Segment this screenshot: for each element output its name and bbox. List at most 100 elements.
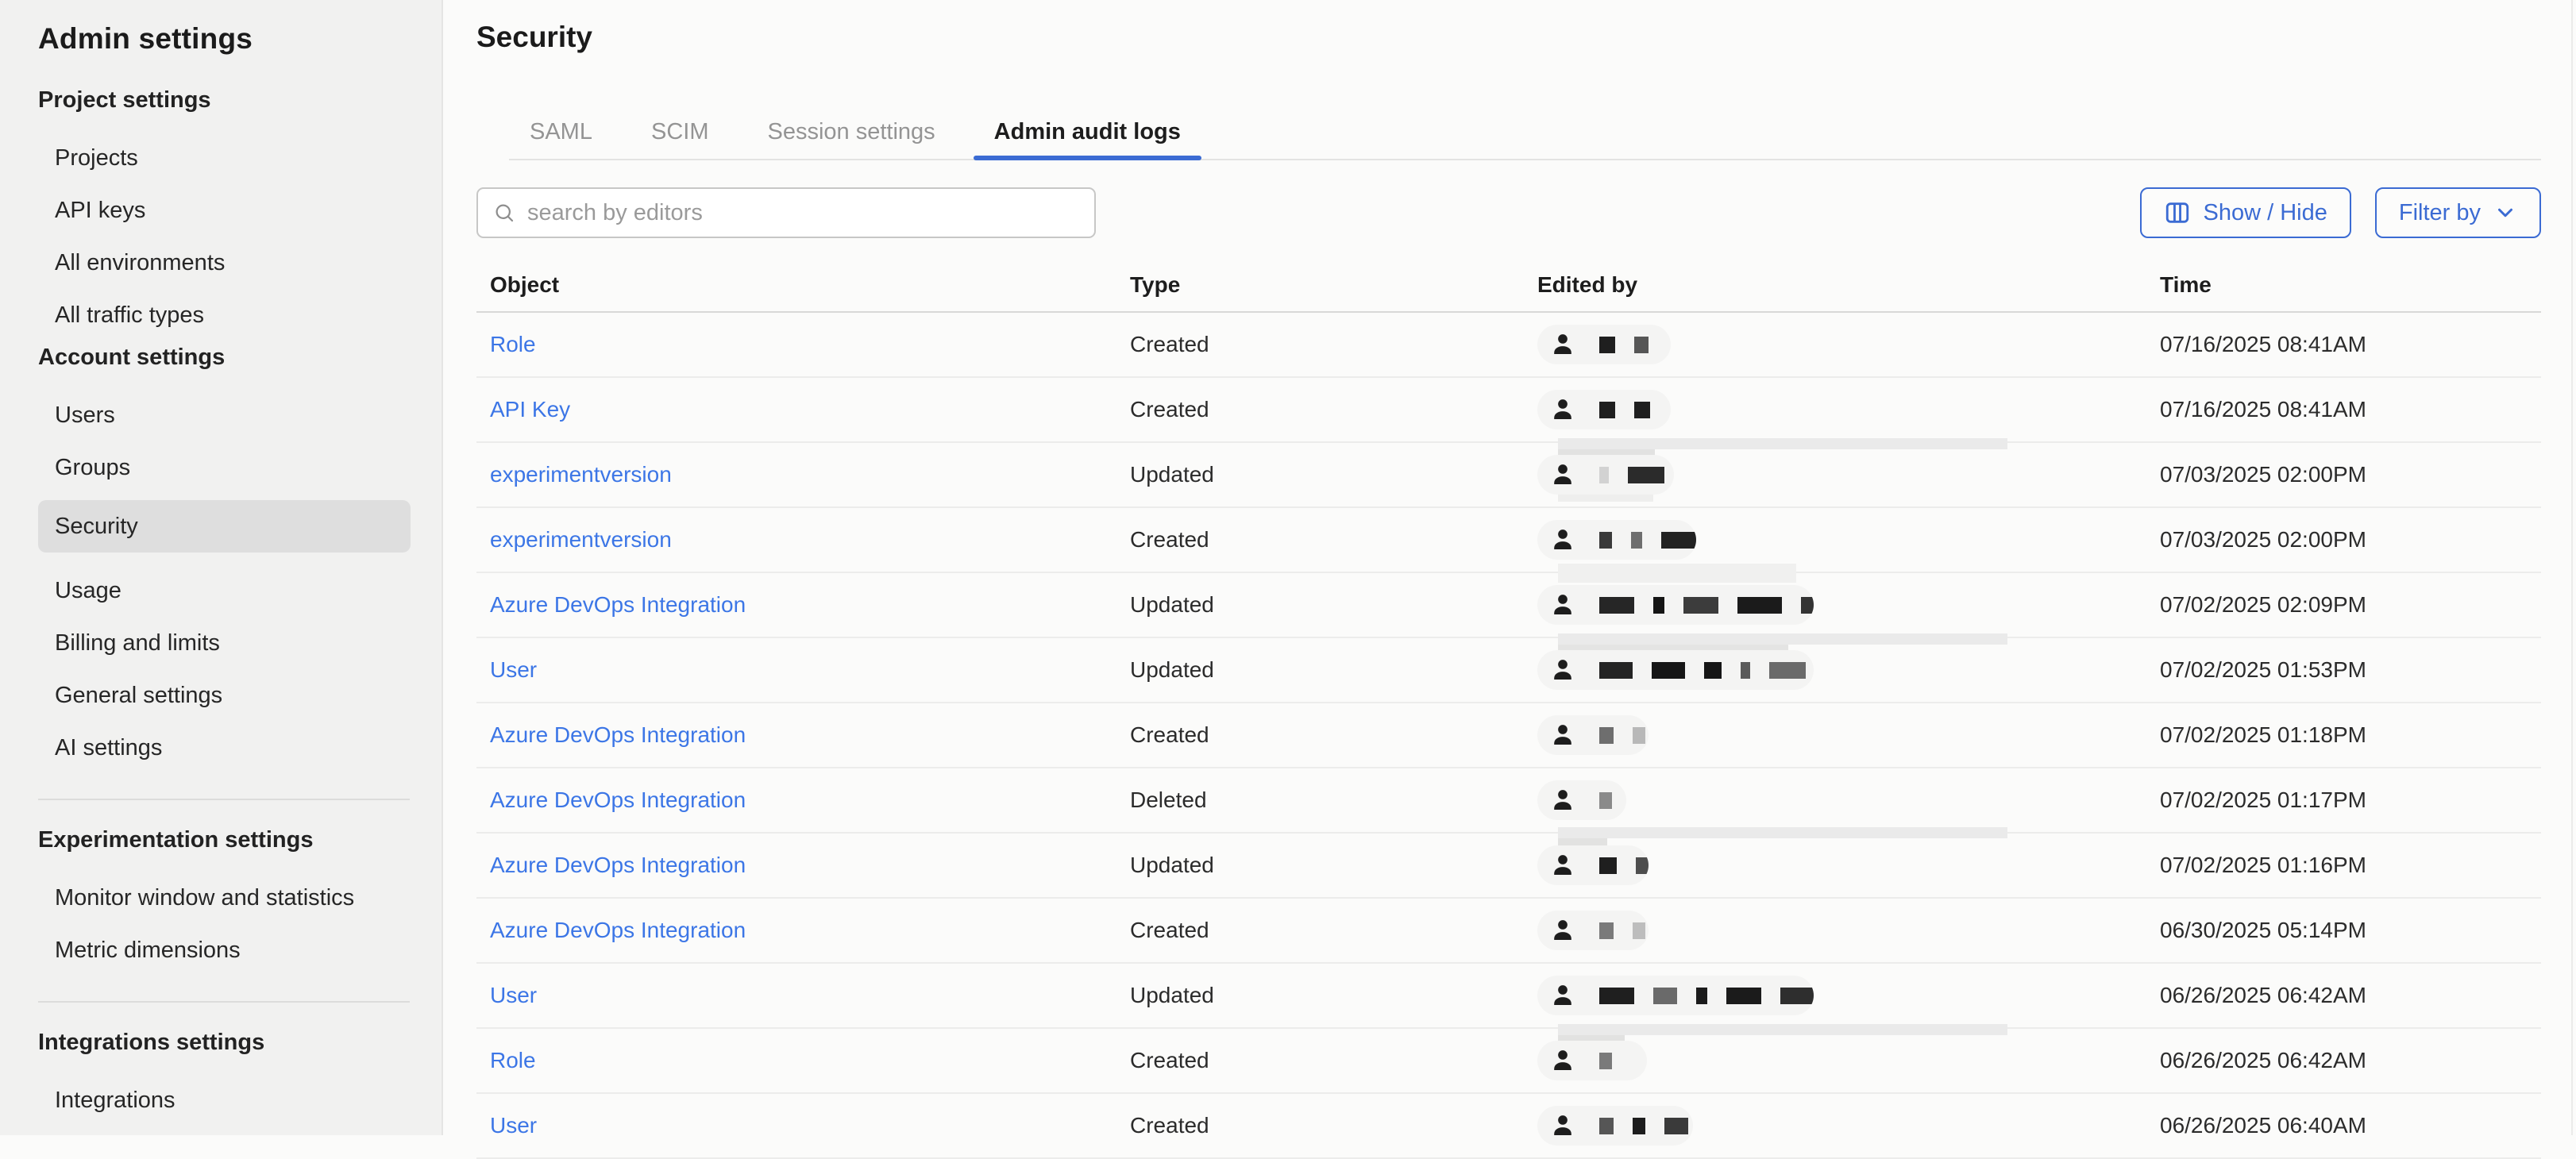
object-link[interactable]: Azure DevOps Integration (490, 853, 746, 877)
sidebar-item-projects[interactable]: Projects (38, 144, 442, 172)
redacted-text-block (1801, 597, 1814, 614)
column-header-time: Time (2160, 272, 2541, 298)
column-header-type: Type (1130, 272, 1537, 298)
time-cell: 07/02/2025 01:16PM (2160, 853, 2541, 878)
sidebar-section-integrations-settings: Integrations settings (38, 1030, 442, 1056)
tab-scim[interactable]: SCIM (631, 113, 730, 159)
type-cell: Updated (1130, 657, 1537, 683)
time-cell: 07/16/2025 08:41AM (2160, 397, 2541, 422)
object-link[interactable]: Azure DevOps Integration (490, 918, 746, 942)
object-cell: User (490, 1113, 1130, 1138)
sidebar-item-users[interactable]: Users (38, 401, 442, 429)
person-icon (1548, 851, 1577, 880)
sidebar-item-all-environments[interactable]: All environments (38, 248, 442, 277)
object-cell: API Key (490, 397, 1130, 422)
toolbar-actions: Show / Hide Filter by (2140, 187, 2542, 238)
edited-by-cell (1537, 443, 2160, 506)
sidebar-item-billing-and-limits[interactable]: Billing and limits (38, 629, 442, 657)
editor-chip (1537, 780, 1626, 820)
object-cell: User (490, 983, 1130, 1008)
type-cell: Created (1130, 918, 1537, 943)
object-link[interactable]: Azure DevOps Integration (490, 722, 746, 747)
redacted-text-block (1636, 857, 1649, 874)
time-cell: 07/02/2025 01:53PM (2160, 657, 2541, 683)
sidebar-divider (38, 1001, 410, 1003)
editor-chip (1537, 650, 1814, 690)
person-icon (1548, 721, 1577, 749)
redacted-text-block (1599, 532, 1612, 549)
redacted-text-block (1599, 1118, 1614, 1134)
redacted-text-block (1599, 727, 1614, 744)
object-link[interactable]: Azure DevOps Integration (490, 787, 746, 812)
type-cell: Created (1130, 1048, 1537, 1073)
type-cell: Updated (1130, 462, 1537, 487)
editor-chip (1537, 1106, 1693, 1146)
object-link[interactable]: User (490, 983, 537, 1007)
type-cell: Updated (1130, 592, 1537, 618)
redacted-text-block (1661, 532, 1696, 549)
filter-by-button[interactable]: Filter by (2375, 187, 2541, 238)
redacted-text-block (1599, 597, 1634, 614)
search-icon (492, 201, 516, 225)
sidebar-item-integrations[interactable]: Integrations (38, 1086, 442, 1115)
sidebar-title: Admin settings (38, 22, 442, 56)
tab-saml[interactable]: SAML (509, 113, 613, 159)
time-cell: 07/02/2025 01:17PM (2160, 787, 2541, 813)
person-icon (1548, 1111, 1577, 1140)
redacted-text-block (1599, 662, 1633, 679)
scrollbar-track[interactable] (2571, 0, 2573, 1135)
redacted-text-block (1726, 988, 1761, 1004)
object-link[interactable]: experimentversion (490, 462, 672, 487)
time-cell: 06/30/2025 05:14PM (2160, 918, 2541, 943)
time-cell: 06/26/2025 06:40AM (2160, 1113, 2541, 1138)
editor-chip (1537, 585, 1814, 625)
object-link[interactable]: User (490, 657, 537, 682)
edited-by-cell (1537, 1029, 2160, 1092)
sidebar-item-general-settings[interactable]: General settings (38, 681, 442, 710)
type-cell: Created (1130, 397, 1537, 422)
type-cell: Created (1130, 527, 1537, 553)
search-input[interactable] (526, 199, 1080, 227)
tab-admin-audit-logs[interactable]: Admin audit logs (974, 113, 1201, 159)
person-icon (1548, 526, 1577, 554)
sidebar-item-security[interactable]: Security (38, 500, 411, 553)
object-link[interactable]: Role (490, 1048, 536, 1072)
object-link[interactable]: Azure DevOps Integration (490, 592, 746, 617)
table-body: Role Created 07/16/2025 08:41AM API Key Crea… (476, 313, 2541, 1159)
editor-chip (1537, 390, 1671, 429)
object-cell: Role (490, 332, 1130, 357)
time-cell: 07/16/2025 08:41AM (2160, 332, 2541, 357)
redacted-text-block (1634, 337, 1649, 353)
object-link[interactable]: experimentversion (490, 527, 672, 552)
table-row: User Updated 07/02/2025 01:53PM (476, 638, 2541, 703)
object-cell: Azure DevOps Integration (490, 787, 1130, 813)
object-link[interactable]: API Key (490, 397, 570, 422)
redacted-text-block (1652, 662, 1685, 679)
editor-chip (1537, 911, 1649, 950)
edited-by-cell (1537, 508, 2160, 572)
show-hide-label: Show / Hide (2204, 200, 2327, 226)
redacted-text-block (1683, 597, 1718, 614)
redacted-text-block (1599, 337, 1615, 353)
sidebar-item-all-traffic-types[interactable]: All traffic types (38, 301, 442, 329)
sidebar-item-metric-dimensions[interactable]: Metric dimensions (38, 936, 442, 965)
search-input-wrapper[interactable] (476, 187, 1096, 238)
person-icon (1548, 591, 1577, 619)
redaction-bar (1558, 633, 2007, 645)
type-cell: Created (1130, 722, 1537, 748)
sidebar-item-groups[interactable]: Groups (38, 453, 442, 482)
table-row: API Key Created 07/16/2025 08:41AM (476, 378, 2541, 443)
sidebar-item-api-keys[interactable]: API keys (38, 196, 442, 225)
editor-chip (1537, 976, 1814, 1015)
sidebar-item-ai-settings[interactable]: AI settings (38, 734, 442, 762)
type-cell: Updated (1130, 983, 1537, 1008)
table-row: UserUpdated06/26/2025 06:42AM (476, 964, 2541, 1029)
tab-session-settings[interactable]: Session settings (746, 113, 955, 159)
object-cell: Role (490, 1048, 1130, 1073)
person-icon (1548, 786, 1577, 814)
object-link[interactable]: Role (490, 332, 536, 356)
sidebar-item-usage[interactable]: Usage (38, 576, 442, 605)
show-hide-button[interactable]: Show / Hide (2140, 187, 2351, 238)
object-link[interactable]: User (490, 1113, 537, 1138)
sidebar-item-monitor-window-and-statistics[interactable]: Monitor window and statistics (38, 884, 442, 912)
